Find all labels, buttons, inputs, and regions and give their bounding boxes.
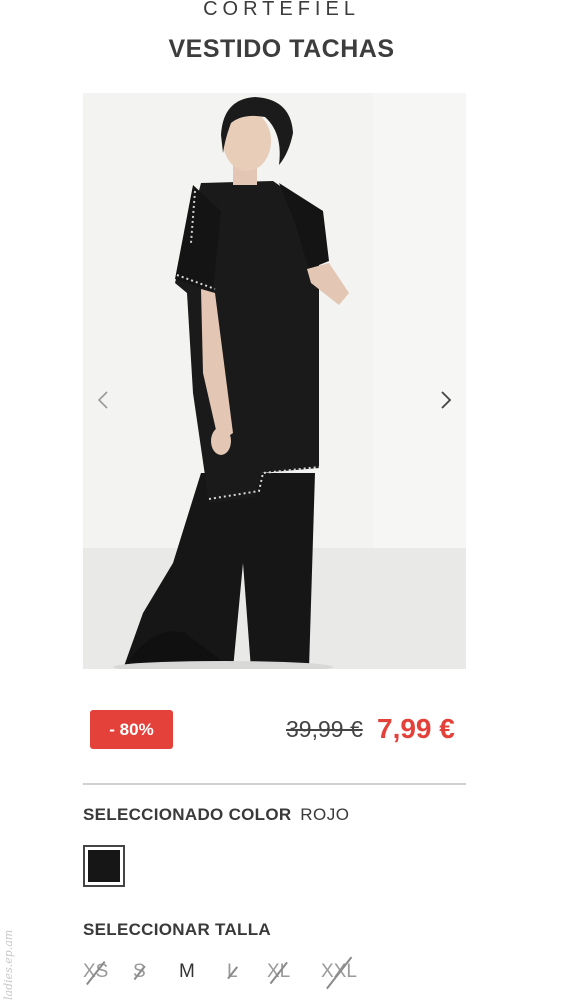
watermark: ladies.ep.am <box>2 929 15 1000</box>
original-price: 39,99 € <box>286 716 363 742</box>
size-option-l[interactable]: L <box>227 958 238 986</box>
size-option-m[interactable]: M <box>179 958 195 986</box>
divider <box>83 783 466 785</box>
chevron-right-icon <box>441 391 452 409</box>
chevron-left-icon <box>97 391 108 409</box>
brand-logo[interactable]: CORTEFIEL <box>0 0 563 21</box>
product-title: VESTIDO TACHAS <box>168 35 395 63</box>
size-option-xxl[interactable]: XXL <box>321 958 357 986</box>
size-option-s[interactable]: S <box>133 958 146 986</box>
selected-color-label: SELECCIONADO COLOR ROJO <box>83 805 349 825</box>
color-value: ROJO <box>300 805 350 824</box>
size-option-xs[interactable]: XS <box>83 958 108 986</box>
color-swatch-fill <box>88 850 120 882</box>
product-photo <box>83 93 466 669</box>
size-option-xl[interactable]: XL <box>267 958 290 986</box>
discount-badge: - 80% <box>90 710 173 749</box>
product-image-gallery[interactable] <box>83 93 466 669</box>
size-selector-label: SELECCIONAR TALLA <box>83 920 271 939</box>
gallery-prev-button[interactable] <box>89 383 117 417</box>
color-label-text: SELECCIONADO COLOR <box>83 805 292 824</box>
gallery-next-button[interactable] <box>432 383 460 417</box>
color-swatch[interactable] <box>83 845 125 887</box>
sale-price: 7,99 € <box>377 713 455 744</box>
